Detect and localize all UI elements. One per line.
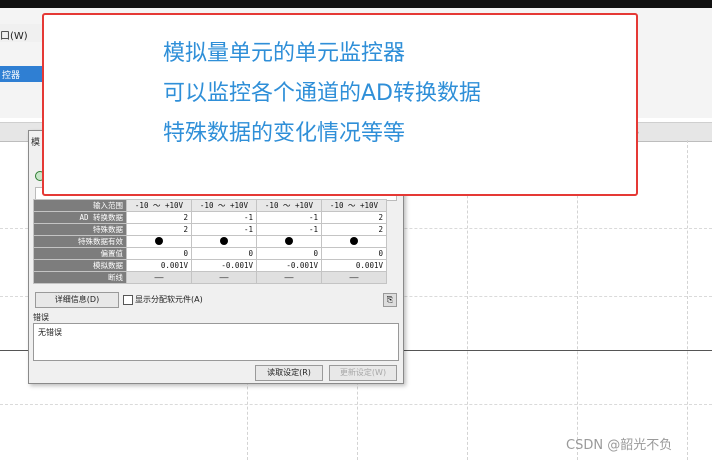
channel-2-value: -1 xyxy=(191,223,257,236)
channel-3-value xyxy=(256,235,322,248)
channel-3-value: -10 ～ +10V xyxy=(256,199,322,212)
channel-4-value: —— xyxy=(321,271,387,284)
project-tree-selected-item[interactable]: 控器 xyxy=(0,66,48,82)
annotation-callout: 模拟量单元的单元监控器 可以监控各个通道的AD转换数据 特殊数据的变化情况等等 xyxy=(42,13,638,196)
channel-1-value: -10 ～ +10V xyxy=(126,199,192,212)
detail-info-button[interactable]: 详细信息(D) xyxy=(35,292,119,308)
channel-1-value: 2 xyxy=(126,223,192,236)
valid-indicator-icon xyxy=(220,236,228,245)
dialog-title: 模 xyxy=(31,138,41,148)
show-device-checkbox[interactable] xyxy=(123,295,133,305)
channel-2-value: 0 xyxy=(191,247,257,260)
menu-item-window[interactable]: 口(W) xyxy=(0,27,28,42)
channel-3-value: -0.001V xyxy=(256,259,322,272)
channel-2-value: —— xyxy=(191,271,257,284)
error-label: 错误 xyxy=(33,313,49,322)
row-label: 特殊数据有效 xyxy=(33,235,127,248)
channel-1-value: 0 xyxy=(126,247,192,260)
row-label: 特殊数据 xyxy=(33,223,127,236)
grid-row-line xyxy=(0,404,712,405)
row-label: 模拟数据 xyxy=(33,259,127,272)
show-device-label: 显示分配软元件(A) xyxy=(135,295,203,304)
channel-3-value: 0 xyxy=(256,247,322,260)
channel-3-value: —— xyxy=(256,271,322,284)
channel-3-value: -1 xyxy=(256,223,322,236)
callout-line-3: 特殊数据的变化情况等等 xyxy=(163,121,406,146)
channel-4-value: 2 xyxy=(321,223,387,236)
valid-indicator-icon xyxy=(350,236,358,245)
table-row: 输入范围 -10 ～ +10V -10 ～ +10V -10 ～ +10V -10 ～ … xyxy=(33,199,387,212)
error-text: 无错误 xyxy=(38,328,62,337)
monitor-table: 输入范围 -10 ～ +10V -10 ～ +10V -10 ～ +10V -10 ～ … xyxy=(33,199,387,284)
table-row: 断线 —— —— —— —— xyxy=(33,271,387,284)
callout-line-1: 模拟量单元的单元监控器 xyxy=(163,41,406,66)
row-label: AD 转换数据 xyxy=(33,211,127,224)
channel-1-value: 0.001V xyxy=(126,259,192,272)
channel-2-value: -1 xyxy=(191,211,257,224)
channel-1-value xyxy=(126,235,192,248)
watermark: CSDN @韶光不负 xyxy=(566,438,673,453)
valid-indicator-icon xyxy=(155,236,163,245)
grid-divider xyxy=(687,140,688,460)
table-row: 特殊数据 2 -1 -1 2 xyxy=(33,223,387,236)
table-row: 模拟数据 0.001V -0.001V -0.001V 0.001V xyxy=(33,259,387,272)
valid-indicator-icon xyxy=(285,236,293,245)
channel-4-value xyxy=(321,235,387,248)
channel-4-value: 2 xyxy=(321,211,387,224)
row-label: 输入范围 xyxy=(33,199,127,212)
table-row: AD 转换数据 2 -1 -1 2 xyxy=(33,211,387,224)
row-label: 偏置值 xyxy=(33,247,127,260)
channel-4-value: 0 xyxy=(321,247,387,260)
channel-3-value: -1 xyxy=(256,211,322,224)
channel-4-value: 0.001V xyxy=(321,259,387,272)
table-row: 偏置值 0 0 0 0 xyxy=(33,247,387,260)
table-row: 特殊数据有效 xyxy=(33,235,387,248)
read-settings-button[interactable]: 读取设定(R) xyxy=(255,365,323,381)
channel-1-value: —— xyxy=(126,271,192,284)
channel-4-value: -10 ～ +10V xyxy=(321,199,387,212)
error-text-box: 无错误 xyxy=(33,323,399,361)
row-label: 断线 xyxy=(33,271,127,284)
update-settings-button[interactable]: 更新设定(W) xyxy=(329,365,397,381)
callout-line-2: 可以监控各个通道的AD转换数据 xyxy=(163,81,481,106)
channel-1-value: 2 xyxy=(126,211,192,224)
channel-2-value xyxy=(191,235,257,248)
channel-2-value: -10 ～ +10V xyxy=(191,199,257,212)
window-top-bar xyxy=(0,0,712,8)
tree-item-label: 控器 xyxy=(2,71,21,81)
channel-2-value: -0.001V xyxy=(191,259,257,272)
copy-icon[interactable]: ⎘ xyxy=(383,293,397,307)
